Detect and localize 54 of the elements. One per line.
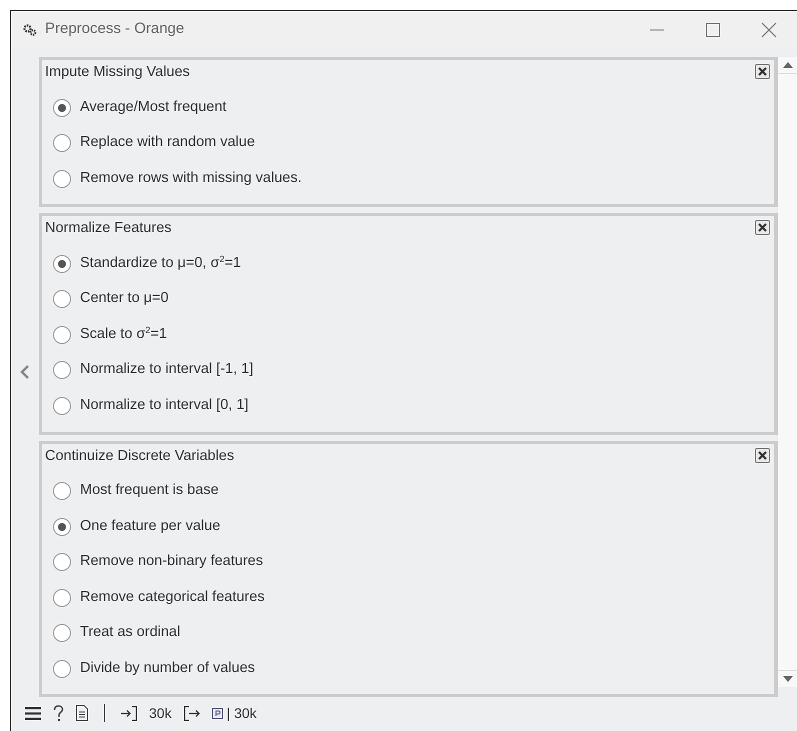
option-label[interactable]: Scale to σ$^{2}$=1 (80, 324, 167, 346)
input-count: 30k (149, 704, 172, 722)
help-icon[interactable] (53, 704, 64, 722)
option-label[interactable]: Replace with random value (80, 132, 255, 154)
window-title: Preprocess - Orange (45, 19, 184, 40)
scroll-down-icon[interactable] (782, 676, 792, 682)
radio-button[interactable] (53, 518, 71, 536)
option-label[interactable]: Treat as ordinal (80, 622, 180, 644)
radio-button[interactable] (53, 254, 71, 273)
option-label[interactable]: Standardize to μ=0, σ$^{2}$=1 (80, 252, 241, 275)
close-icon (758, 223, 767, 232)
option-label[interactable]: Remove rows with missing values. (80, 168, 302, 190)
radio-button[interactable] (53, 624, 71, 642)
remove-button[interactable] (755, 220, 770, 236)
option-label[interactable]: One feature per value (80, 516, 220, 538)
document-icon[interactable] (76, 705, 88, 721)
option-label[interactable]: Center to μ=0 (80, 288, 169, 310)
output-count: | 30k (226, 704, 257, 723)
option-label[interactable]: Remove non-binary features (80, 551, 263, 573)
radio-button[interactable] (53, 98, 71, 116)
input-arrow-icon (121, 706, 137, 720)
remove-button[interactable] (755, 448, 770, 462)
radio-button[interactable] (53, 482, 71, 500)
radio-button[interactable] (53, 326, 71, 344)
option-label[interactable]: Divide by number of values (80, 658, 255, 680)
scrollbar[interactable] (778, 57, 797, 687)
option-label[interactable]: Average/Most frequent (80, 96, 226, 118)
radio-button[interactable] (53, 396, 71, 415)
scroll-up-icon[interactable] (782, 62, 792, 68)
option-label[interactable]: Remove categorical features (80, 586, 265, 608)
panel-title: Continuize Discrete Variables (45, 446, 234, 466)
option-label[interactable]: Normalize to interval [0, 1] (80, 394, 248, 417)
remove-button[interactable] (755, 64, 770, 79)
radio-button[interactable] (53, 588, 71, 606)
radio-button[interactable] (53, 660, 71, 678)
radio-button[interactable] (53, 170, 71, 188)
radio-button[interactable] (53, 361, 71, 380)
maximize-icon (706, 22, 720, 36)
output-arrow-icon (184, 706, 200, 720)
preview-icon (212, 708, 223, 718)
menu-icon[interactable] (25, 706, 41, 720)
radio-button[interactable] (53, 134, 71, 152)
minimize-icon (650, 28, 664, 30)
radio-button[interactable] (53, 553, 71, 571)
close-icon (758, 67, 767, 76)
option-label[interactable]: Normalize to interval [-1, 1] (80, 359, 254, 382)
close-icon (758, 450, 767, 460)
chevron-left-icon[interactable] (20, 364, 30, 378)
gears-icon (23, 24, 37, 36)
close-icon (761, 22, 777, 38)
panel-title: Impute Missing Values (45, 63, 190, 82)
option-label[interactable]: Most frequent is base (80, 480, 219, 502)
radio-button[interactable] (53, 290, 71, 308)
panel-title: Normalize Features (45, 219, 172, 238)
